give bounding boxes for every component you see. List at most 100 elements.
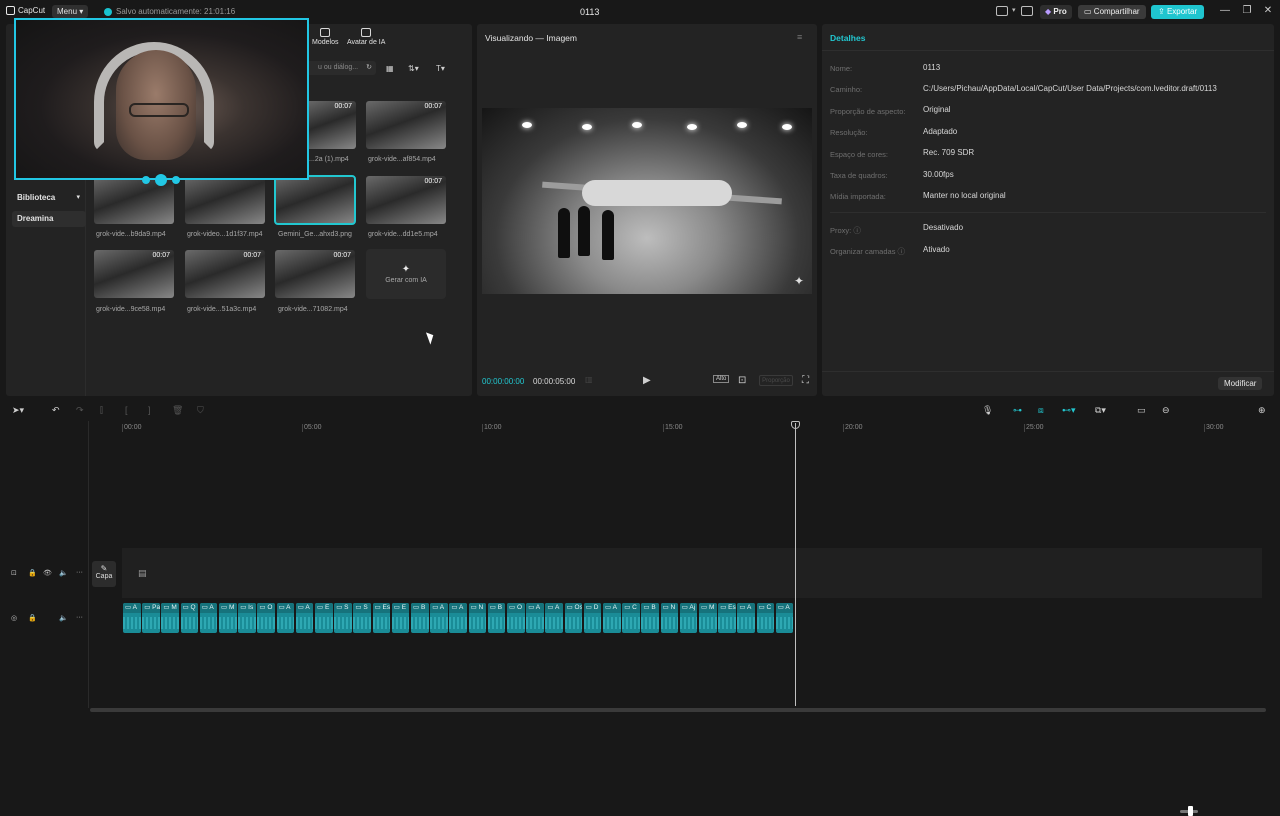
shield-icon[interactable]: ⛉ [197, 405, 204, 416]
audio-clip[interactable]: ▭ A [775, 603, 794, 633]
fullscreen-icon[interactable]: ⛶ [802, 375, 809, 386]
caption-icon[interactable]: ▭ [1137, 405, 1146, 416]
filter-icon[interactable]: T▾ [436, 64, 445, 73]
audio-clip[interactable]: ▭ D [583, 603, 602, 633]
lock-icon[interactable]: 🔒 [28, 614, 37, 622]
media-thumbnail[interactable]: 00:07 [366, 101, 446, 149]
audio-clip[interactable]: ▭ A [545, 603, 564, 633]
split-icon[interactable]: ⫿ [100, 405, 103, 416]
media-thumbnail-selected[interactable] [274, 175, 356, 225]
export-button[interactable]: ⇪ Exportar [1151, 5, 1205, 19]
audio-clip[interactable]: ▭ S [334, 603, 352, 633]
quality-button[interactable]: Alto [713, 375, 730, 383]
undo-icon[interactable]: ↶ [52, 405, 60, 416]
timeline-marker-icon[interactable]: ▥ [585, 375, 593, 384]
audio-clip[interactable]: ▭ A [276, 603, 295, 633]
grid-view-icon[interactable]: ▦ [386, 64, 394, 73]
info-icon[interactable]: ⓘ [898, 247, 906, 256]
share-button[interactable]: ▭ Compartilhar [1078, 5, 1146, 19]
sidebar-item-dreamina[interactable]: Dreamina [12, 211, 86, 227]
generate-ai-button[interactable]: ✦ Gerar com IA [366, 249, 446, 299]
hamburger-icon[interactable]: ≡ [797, 32, 802, 42]
audio-clip[interactable]: ▭ B [641, 603, 660, 633]
split-left-icon[interactable]: [ [125, 405, 128, 415]
audio-clip[interactable]: ▭ O [507, 603, 525, 633]
audio-clip[interactable]: ▭ N [660, 603, 679, 633]
preview-axis-icon[interactable]: ⊷▾ [1062, 405, 1076, 416]
playhead[interactable] [795, 423, 796, 706]
media-thumbnail[interactable]: 00:07 [306, 101, 356, 149]
sidebar-item-biblioteca[interactable]: Biblioteca ▾ [12, 190, 86, 206]
cover-button[interactable]: ✎ Capa [92, 561, 116, 587]
horizontal-scrollbar[interactable] [90, 708, 1266, 712]
audio-clip[interactable]: ▭ B [411, 603, 429, 633]
media-thumbnail[interactable]: 00:07 [185, 250, 265, 298]
tab-modelos[interactable]: Modelos [312, 28, 338, 46]
microphone-icon[interactable]: 🎙 [982, 405, 993, 416]
media-thumbnail[interactable]: 00:07 [275, 250, 355, 298]
audio-clip[interactable]: ▭ Es [372, 603, 391, 633]
audio-track-icon[interactable]: ◎ [11, 614, 17, 622]
audio-clip[interactable]: ▭ N [468, 603, 487, 633]
keyboard-icon[interactable] [1021, 6, 1033, 16]
audio-clip[interactable]: ▭ Aj [679, 603, 698, 633]
resize-handle[interactable] [172, 176, 180, 184]
info-icon[interactable]: ⓘ [853, 226, 861, 235]
audio-clip[interactable]: ▭ S [353, 603, 372, 633]
menu-button[interactable]: Menu ▾ [52, 5, 89, 18]
layout-icon[interactable] [996, 6, 1008, 16]
audio-clip[interactable]: ▭ Os [564, 603, 583, 633]
modify-button[interactable]: Modificar [1218, 377, 1263, 390]
media-thumbnail[interactable]: 00:07 [94, 250, 174, 298]
select-cursor-icon[interactable]: ➤▾ [12, 405, 24, 416]
audio-clip[interactable]: ▭ A [526, 603, 544, 633]
audio-clip[interactable]: ▭ M [219, 603, 237, 633]
audio-clip[interactable]: ▭ O [257, 603, 276, 633]
media-thumbnail[interactable]: 00:07 [366, 176, 446, 224]
audio-clip[interactable]: ▭ A [603, 603, 621, 633]
audio-clip[interactable]: ▭ Q [180, 603, 199, 633]
audio-clip[interactable]: ▭ A [199, 603, 218, 633]
resize-handle[interactable] [155, 174, 167, 186]
audio-clip[interactable]: ▭ C [756, 603, 775, 633]
more-icon[interactable]: ··· [76, 614, 83, 621]
audio-clip[interactable]: ▭ M [699, 603, 717, 633]
redo-icon[interactable]: ↷ [76, 405, 84, 416]
screenshot-icon[interactable]: ⊡ [738, 375, 746, 386]
audio-clip[interactable]: ▭ A [737, 603, 756, 633]
audio-clip[interactable]: ▭ B [487, 603, 506, 633]
zoom-in-icon[interactable]: ⊕ [1258, 405, 1266, 416]
magnet-icon[interactable]: ⧈ [1038, 405, 1044, 416]
restore-icon[interactable]: ❐ [1241, 5, 1253, 17]
close-icon[interactable]: ✕ [1262, 5, 1274, 17]
lock-icon[interactable]: 🔒 [28, 569, 37, 577]
layout-dropdown-icon[interactable]: ▾ [1012, 6, 1016, 14]
audio-clip[interactable]: ▭ E [315, 603, 333, 633]
track-toggle-icon[interactable]: ⊡ [11, 569, 17, 577]
speaker-icon[interactable]: 🔈 [59, 569, 68, 577]
audio-clip[interactable]: ▭ A [449, 603, 468, 633]
speaker-icon[interactable]: 🔈 [59, 614, 68, 622]
eye-icon[interactable]: 👁 [43, 569, 52, 577]
refresh-icon[interactable]: ↻ [366, 61, 372, 75]
sort-icon[interactable]: ⇅▾ [408, 64, 419, 73]
pro-button[interactable]: ◆ Pro [1040, 5, 1072, 19]
audio-clip[interactable]: ▭ A [123, 603, 141, 633]
split-screen-icon[interactable]: ⧉▾ [1095, 405, 1106, 416]
audio-clip[interactable]: ▭ Es [718, 603, 736, 633]
delete-icon[interactable]: 🗑 [172, 405, 183, 416]
split-right-icon[interactable]: ] [148, 405, 151, 415]
audio-clip[interactable]: ▭ A [430, 603, 448, 633]
search-input[interactable]: u ou diálog... ↻ [306, 61, 376, 75]
audio-clip[interactable]: ▭ E [391, 603, 410, 633]
minimize-icon[interactable]: — [1219, 5, 1231, 17]
play-icon[interactable]: ▶ [643, 375, 651, 386]
audio-clip[interactable]: ▭ A [295, 603, 314, 633]
zoom-out-icon[interactable]: ⊖ [1162, 405, 1170, 416]
link-clips-icon[interactable]: ⊶ [1013, 405, 1022, 416]
audio-clip[interactable]: ▭ Is [238, 603, 256, 633]
audio-clip[interactable]: ▭ C [622, 603, 640, 633]
audio-clip[interactable]: ▭ Pa [142, 603, 160, 633]
media-thumbnail[interactable] [185, 176, 265, 224]
tab-avatar-ia[interactable]: Avatar de IA [347, 28, 385, 46]
